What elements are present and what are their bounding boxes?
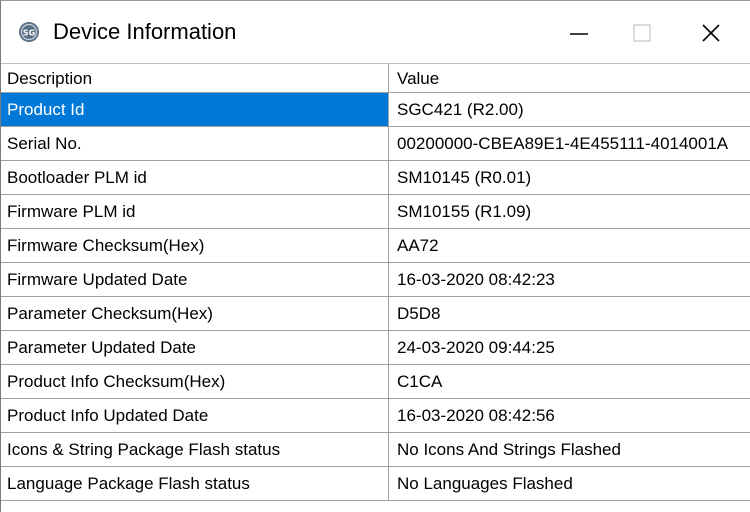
description-cell[interactable]: Product Id [1,93,389,126]
value-cell[interactable]: SM10145 (R0.01) [389,161,750,194]
value-cell[interactable]: SM10155 (R1.09) [389,195,750,228]
value-cell[interactable]: AA72 [389,229,750,262]
description-cell[interactable]: Parameter Updated Date [1,331,389,364]
value-cell[interactable]: D5D8 [389,297,750,330]
table-row[interactable]: Product Info Checksum(Hex) C1CA [1,365,750,399]
svg-text:SG: SG [23,29,35,38]
value-cell[interactable]: SGC421 (R2.00) [389,93,750,126]
minimize-button[interactable] [549,11,609,55]
description-cell[interactable]: Serial No. [1,127,389,160]
table-row[interactable]: Firmware Updated Date 16-03-2020 08:42:23 [1,263,750,297]
window-title: Device Information [53,19,237,44]
column-header-value[interactable]: Value [389,64,750,92]
description-cell[interactable]: Parameter Checksum(Hex) [1,297,389,330]
table-row[interactable]: Parameter Updated Date 24-03-2020 09:44:2… [1,331,750,365]
value-cell[interactable]: 16-03-2020 08:42:56 [389,399,750,432]
description-cell[interactable]: Firmware Updated Date [1,263,389,296]
value-cell[interactable]: 16-03-2020 08:42:23 [389,263,750,296]
value-cell[interactable]: No Icons And Strings Flashed [389,433,750,466]
minimize-icon [570,33,588,35]
table-row[interactable]: Firmware Checksum(Hex) AA72 [1,229,750,263]
close-button[interactable] [681,11,741,55]
value-cell[interactable]: C1CA [389,365,750,398]
table-row[interactable]: Icons & String Package Flash status No Ic… [1,433,750,467]
description-cell[interactable]: Firmware Checksum(Hex) [1,229,389,262]
device-logo-icon: SG [19,22,39,42]
table-row[interactable]: Parameter Checksum(Hex) D5D8 [1,297,750,331]
table-row[interactable]: Language Package Flash status No Language… [1,467,750,501]
table-row[interactable]: Bootloader PLM id SM10145 (R0.01) [1,161,750,195]
value-cell[interactable]: 24-03-2020 09:44:25 [389,331,750,364]
description-cell[interactable]: Firmware PLM id [1,195,389,228]
description-cell[interactable]: Product Info Updated Date [1,399,389,432]
description-cell[interactable]: Bootloader PLM id [1,161,389,194]
description-cell[interactable]: Language Package Flash status [1,467,389,500]
device-information-window: SG Device Information Description Value … [0,0,750,512]
value-cell[interactable]: 00200000-CBEA89E1-4E455111-4014001A [389,127,750,160]
table-row[interactable]: Product Info Updated Date 16-03-2020 08:4… [1,399,750,433]
table-row[interactable]: Firmware PLM id SM10155 (R1.09) [1,195,750,229]
value-cell[interactable]: No Languages Flashed [389,467,750,500]
description-cell[interactable]: Product Info Checksum(Hex) [1,365,389,398]
table-header: Description Value [1,63,750,93]
title-bar[interactable]: SG Device Information [1,1,750,63]
close-icon [702,24,720,42]
column-header-description[interactable]: Description [1,64,389,92]
table-row[interactable]: Product Id SGC421 (R2.00) [1,93,750,127]
maximize-button[interactable] [612,11,672,55]
maximize-icon [633,24,651,42]
table-row[interactable]: Serial No. 00200000-CBEA89E1-4E455111-401… [1,127,750,161]
description-cell[interactable]: Icons & String Package Flash status [1,433,389,466]
